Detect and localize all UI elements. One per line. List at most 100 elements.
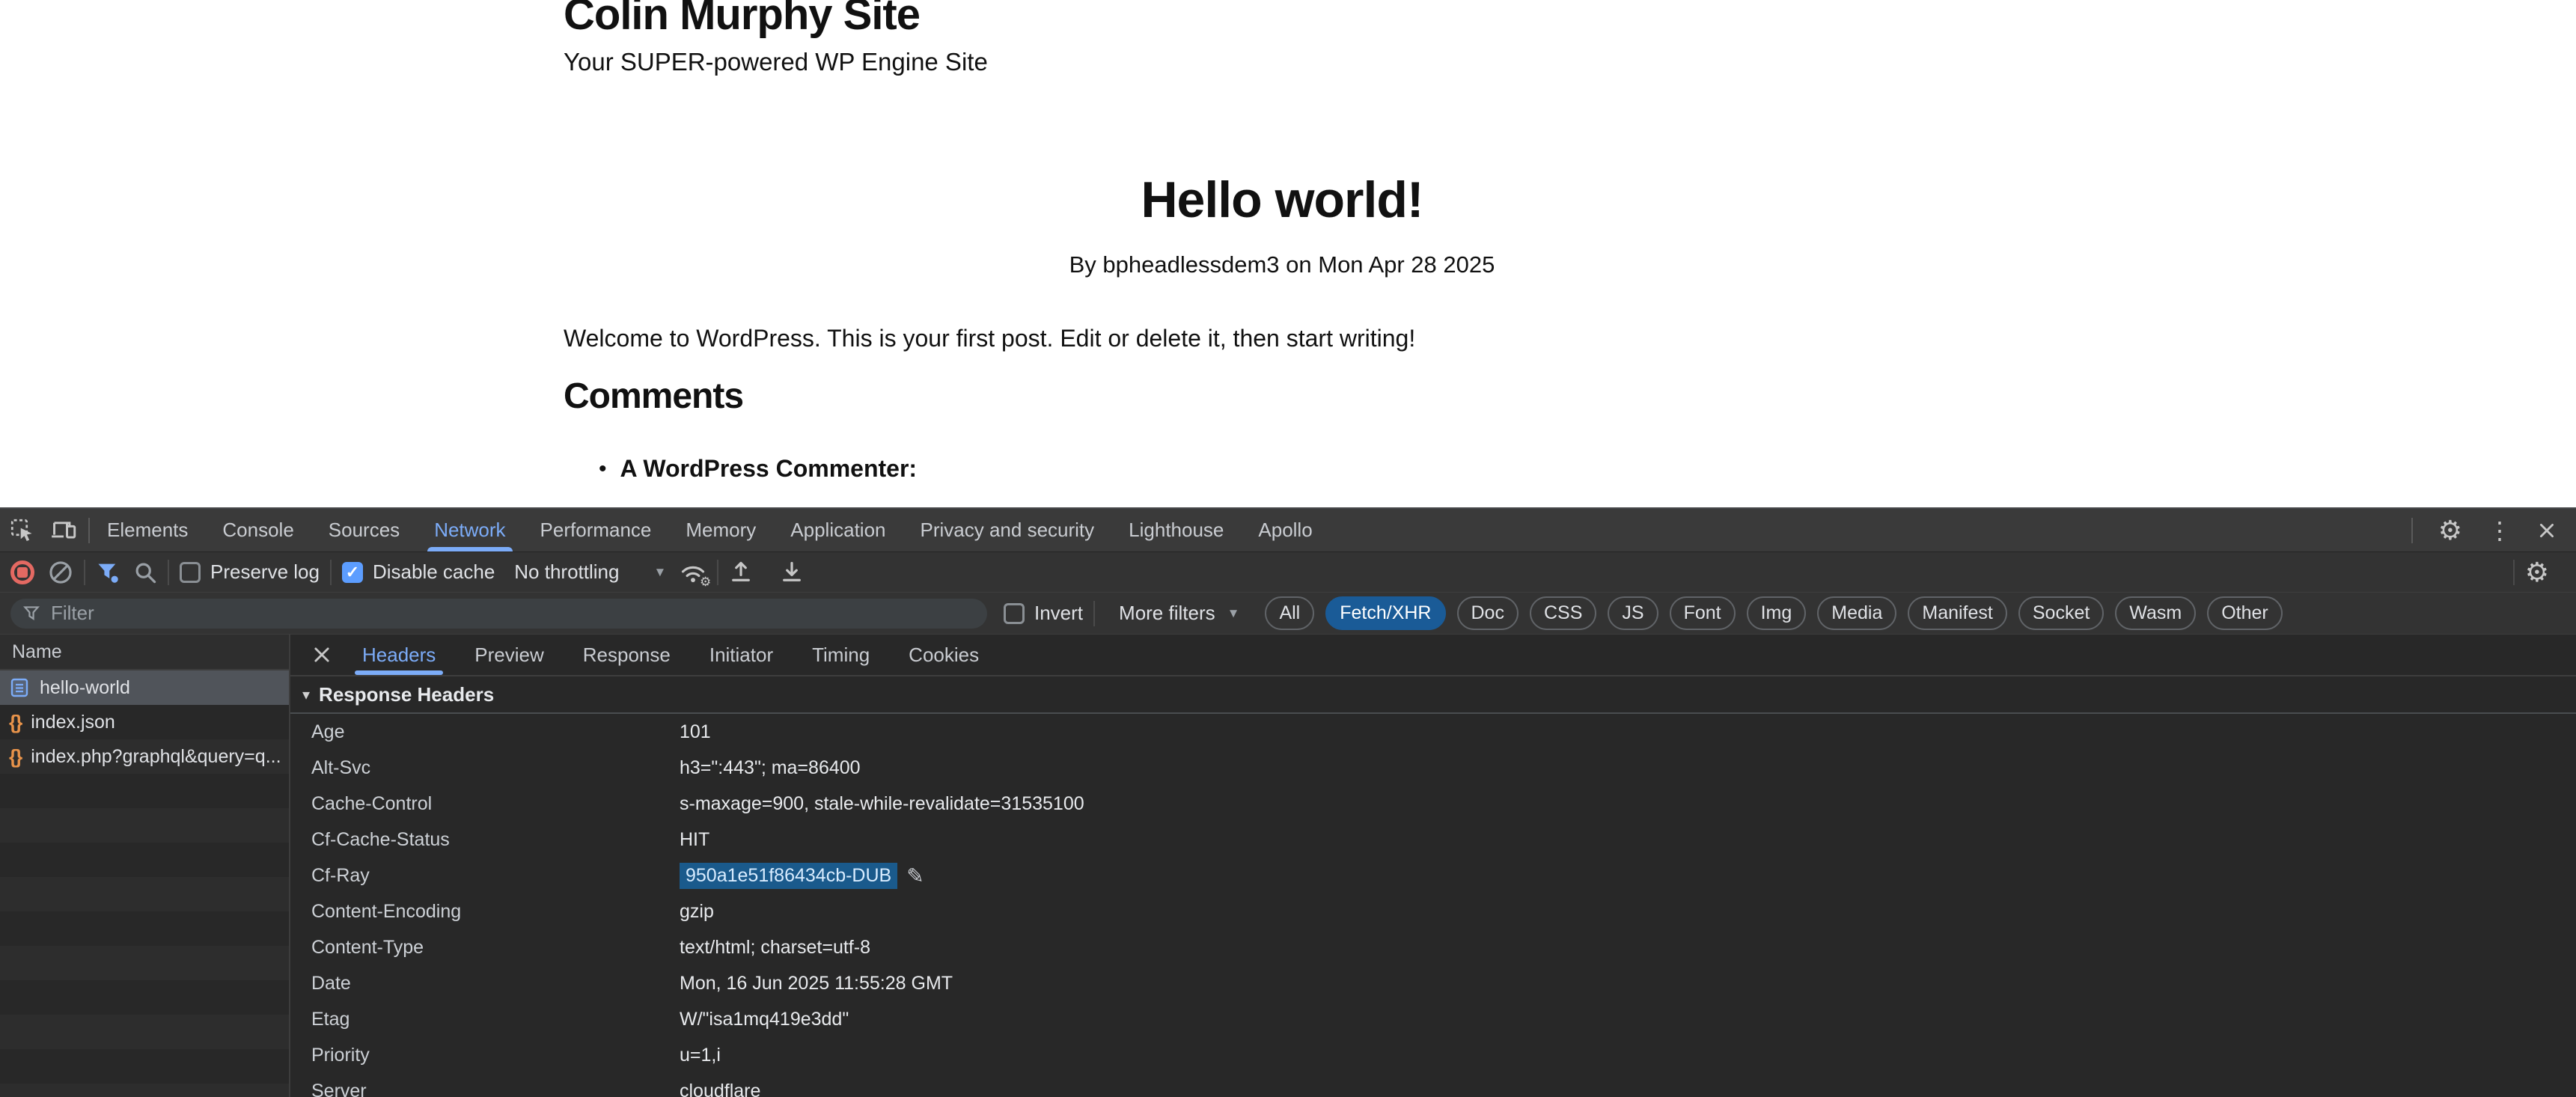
divider [168,560,169,585]
throttling-dropdown[interactable]: No throttling ▼ [514,560,666,584]
more-options-kebab-icon[interactable]: ⋮ [2488,519,2512,543]
preserve-log-label: Preserve log [210,560,320,584]
request-name: index.json [31,712,115,733]
disable-cache-label: Disable cache [373,560,495,584]
filter-chip-js[interactable]: JS [1608,596,1658,630]
site-tagline: Your SUPER-powered WP Engine Site [564,48,988,76]
tab-performance[interactable]: Performance [523,509,669,551]
header-name: Server [290,1081,680,1097]
requests-sidebar: Name hello-world{}index.json{}index.php?… [0,635,290,1097]
throttling-value: No throttling [514,560,619,584]
header-name: Cf-Ray [290,865,680,887]
header-name: Cache-Control [290,793,680,815]
close-details-icon[interactable] [311,644,332,665]
comment-author: A WordPress Commenter: [620,455,918,483]
name-column-header[interactable]: Name [0,635,289,670]
filter-chip-css[interactable]: CSS [1530,596,1596,630]
tab-elements[interactable]: Elements [90,509,205,551]
close-devtools-icon[interactable] [2537,521,2557,540]
details-tab-timing[interactable]: Timing [793,635,889,675]
header-name: Date [290,973,680,994]
dropdown-arrow-icon: ▼ [653,565,666,580]
response-header-row-etag: EtagW/"isa1mq419e3dd" [290,1001,2576,1037]
filter-chip-socket[interactable]: Socket [2018,596,2104,630]
inspect-element-icon[interactable] [10,519,34,543]
header-name: Priority [290,1045,680,1066]
invert-label: Invert [1034,602,1083,625]
filter-chip-font[interactable]: Font [1670,596,1736,630]
tab-network[interactable]: Network [417,509,522,551]
network-settings-gear-icon[interactable]: ⚙ [2525,559,2549,586]
clear-network-log-icon[interactable] [48,560,73,585]
tab-apollo[interactable]: Apollo [1241,509,1329,551]
response-headers-section-header[interactable]: ▾ Response Headers [290,676,2576,714]
import-har-icon[interactable] [729,560,753,584]
disable-cache-checkbox[interactable]: ✓ [342,562,363,583]
filter-chip-media[interactable]: Media [1817,596,1896,630]
divider [717,560,718,585]
header-value: 950a1e51f86434cb-DUB ✎ [680,863,924,889]
comments-heading: Comments [564,376,743,417]
edit-pencil-icon[interactable]: ✎ [906,864,924,888]
device-toolbar-icon[interactable] [51,519,76,542]
search-icon[interactable] [133,560,157,584]
details-tab-headers[interactable]: Headers [343,635,455,675]
settings-gear-icon[interactable]: ⚙ [2438,517,2462,544]
request-row-index-json[interactable]: {}index.json [0,705,289,739]
highlighted-header-value[interactable]: 950a1e51f86434cb-DUB [680,863,897,889]
preserve-log-checkbox[interactable] [180,562,201,583]
response-header-row-cf-cache-status: Cf-Cache-StatusHIT [290,822,2576,858]
details-tab-initiator[interactable]: Initiator [690,635,793,675]
request-name: index.php?graphql&query=q... [31,746,281,768]
devtools-tabbar: ElementsConsoleSourcesNetworkPerformance… [0,509,2576,552]
filter-funnel-icon[interactable] [96,560,120,584]
sidebar-empty-stripes [0,774,289,1097]
filter-chip-wasm[interactable]: Wasm [2115,596,2196,630]
more-filters-label: More filters [1119,602,1215,625]
divider [2513,560,2515,585]
filter-chip-img[interactable]: Img [1747,596,1807,630]
filter-chip-other[interactable]: Other [2207,596,2283,630]
filter-chip-all[interactable]: All [1265,596,1314,630]
conditions-gear-badge: ⚙ [700,575,711,590]
header-value: text/html; charset=utf-8 [680,937,870,959]
dropdown-arrow-icon: ▼ [1227,606,1240,621]
more-filters-dropdown[interactable]: More filters ▼ [1119,602,1239,625]
response-header-row-date: DateMon, 16 Jun 2025 11:55:28 GMT [290,965,2576,1001]
details-tab-preview[interactable]: Preview [455,635,563,675]
tab-console[interactable]: Console [205,509,311,551]
tab-lighthouse[interactable]: Lighthouse [1111,509,1241,551]
response-header-row-cf-ray: Cf-Ray950a1e51f86434cb-DUB ✎ [290,858,2576,893]
name-column-label: Name [12,641,62,663]
request-row-index-php-graphql-query-[interactable]: {}index.php?graphql&query=q... [0,739,289,774]
record-network-log-icon[interactable] [10,560,34,584]
section-title: Response Headers [319,683,494,706]
response-header-row-server: Servercloudflare [290,1073,2576,1097]
header-value: HIT [680,829,709,851]
filter-input[interactable]: Filter [10,599,987,629]
network-conditions-icon[interactable]: ⚙ [680,560,706,584]
details-tabbar: HeadersPreviewResponseInitiatorTimingCoo… [290,635,2576,676]
filter-chip-fetch-xhr[interactable]: Fetch/XHR [1325,596,1445,630]
header-name: Cf-Cache-Status [290,829,680,851]
tab-sources[interactable]: Sources [311,509,417,551]
filter-chip-doc[interactable]: Doc [1457,596,1519,630]
tab-application[interactable]: Application [773,509,903,551]
filter-chip-manifest[interactable]: Manifest [1908,596,2006,630]
response-header-row-cache-control: Cache-Controls-maxage=900, stale-while-r… [290,786,2576,822]
document-icon [9,677,30,698]
header-name: Content-Type [290,937,680,959]
details-tab-cookies[interactable]: Cookies [889,635,998,675]
header-name: Age [290,721,680,743]
export-har-icon[interactable] [780,560,804,584]
invert-checkbox[interactable] [1004,603,1025,624]
request-row-hello-world[interactable]: hello-world [0,670,289,705]
tab-memory[interactable]: Memory [668,509,773,551]
tab-privacy-and-security[interactable]: Privacy and security [903,509,1112,551]
details-tab-response[interactable]: Response [564,635,690,675]
response-header-row-content-type: Content-Typetext/html; charset=utf-8 [290,929,2576,965]
filter-placeholder: Filter [51,602,94,625]
header-value: 101 [680,721,711,743]
post-byline: By bpheadlessdem3 on Mon Apr 28 2025 [564,251,2000,278]
site-title: Colin Murphy Site [564,0,920,40]
